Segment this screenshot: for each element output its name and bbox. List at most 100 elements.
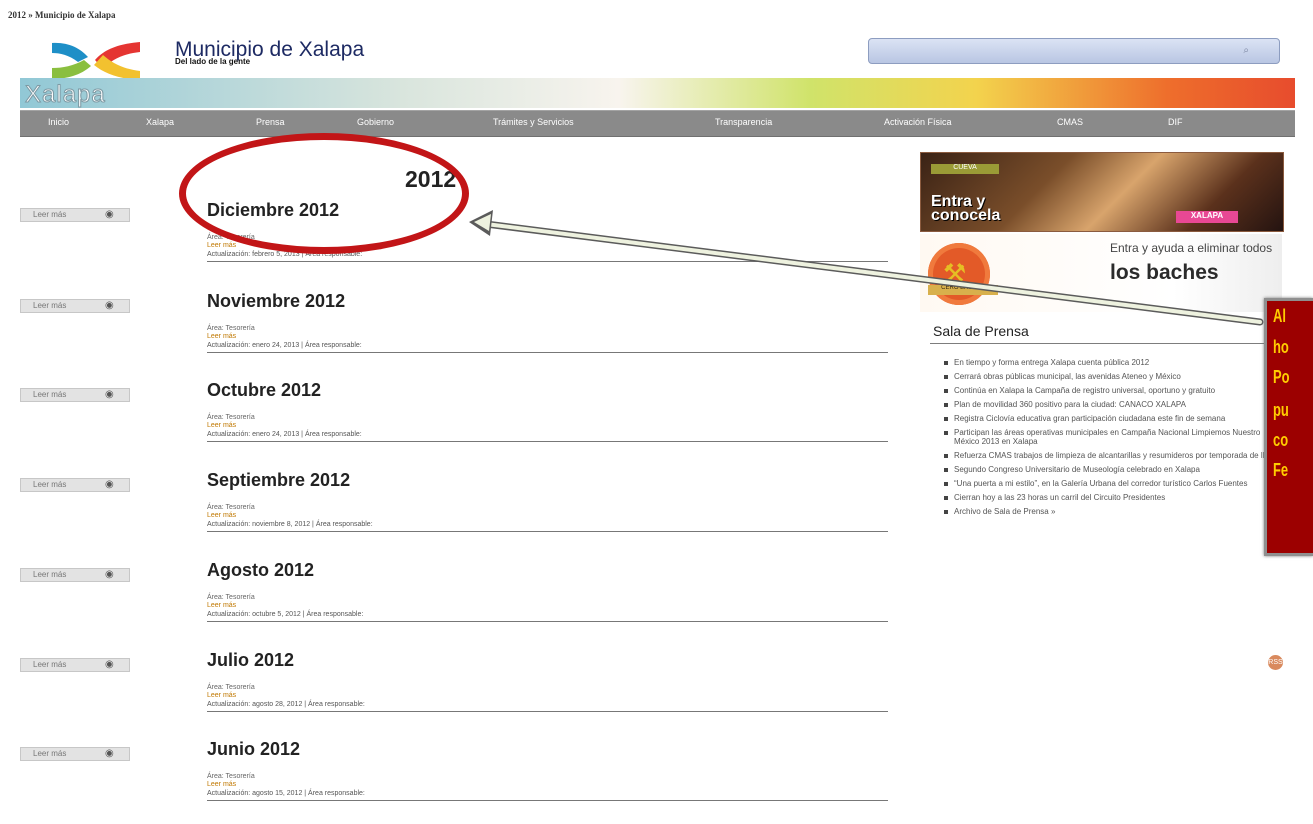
- archive-entry: Leer más ◉ Octubre 2012 Área: Tesorería L…: [20, 380, 888, 465]
- callout-line: Al: [1273, 306, 1286, 326]
- entry-title[interactable]: Agosto 2012: [207, 560, 314, 581]
- cave-ad-badge: XALAPA: [1176, 211, 1238, 223]
- cave-ad-text: Entra y conocela: [931, 193, 1001, 224]
- potholes-banner-ad[interactable]: ⚒ CERO BACHES Entra y ayuda a eliminar t…: [920, 234, 1282, 312]
- nav-item-inicio[interactable]: Inicio: [48, 117, 69, 127]
- entry-read-link[interactable]: Leer más: [207, 512, 236, 519]
- entry-divider: [207, 800, 888, 801]
- entry-update: Actualización: enero 24, 2013 | Área res…: [207, 342, 362, 349]
- read-more-button[interactable]: Leer más ◉: [20, 568, 130, 582]
- entry-title[interactable]: Julio 2012: [207, 650, 294, 671]
- eye-icon: ◉: [105, 389, 114, 400]
- press-news-item[interactable]: Continúa en Xalapa la Campaña de registr…: [944, 386, 1284, 395]
- entry-title[interactable]: Octubre 2012: [207, 380, 321, 401]
- potholes-strip: CERO BACHES: [928, 285, 998, 295]
- nav-item-prensa[interactable]: Prensa: [256, 117, 285, 127]
- press-news-item[interactable]: Segundo Congreso Universitario de Museol…: [944, 465, 1284, 474]
- read-more-button[interactable]: Leer más ◉: [20, 208, 130, 222]
- browser-title: 2012 » Municipio de Xalapa: [8, 10, 116, 20]
- entry-read-link[interactable]: Leer más: [207, 602, 236, 609]
- press-news-item[interactable]: Plan de movilidad 360 positivo para la c…: [944, 400, 1284, 409]
- entry-area: Área: Tesorería: [207, 773, 255, 780]
- archive-entry: Leer más ◉ Agosto 2012 Área: Tesorería Le…: [20, 560, 888, 645]
- read-more-button[interactable]: Leer más ◉: [20, 388, 130, 402]
- read-more-label: Leer más: [33, 749, 67, 758]
- cave-ad-label: CUEVA: [931, 164, 999, 174]
- entry-read-link[interactable]: Leer más: [207, 333, 236, 340]
- nav-item-dif[interactable]: DIF: [1168, 117, 1183, 127]
- press-news-item[interactable]: En tiempo y forma entrega Xalapa cuenta …: [944, 358, 1284, 367]
- press-room-title: Sala de Prensa: [933, 323, 1029, 339]
- banner-gradient: [20, 78, 1295, 108]
- nav-item-gobierno[interactable]: Gobierno: [357, 117, 394, 127]
- press-news-item[interactable]: Participan las áreas operativas municipa…: [944, 428, 1284, 446]
- site-header: Municipio de Xalapa Del lado de la gente…: [20, 30, 1295, 108]
- rss-icon[interactable]: RSS: [1268, 655, 1283, 670]
- press-archive-link[interactable]: Archivo de Sala de Prensa »: [944, 507, 1284, 516]
- nav-item-xalapa[interactable]: Xalapa: [146, 117, 174, 127]
- eye-icon: ◉: [105, 479, 114, 490]
- main-navigation: Inicio Xalapa Prensa Gobierno Trámites y…: [20, 110, 1295, 137]
- entry-title[interactable]: Junio 2012: [207, 739, 300, 760]
- entry-title[interactable]: Septiembre 2012: [207, 470, 350, 491]
- entry-update: Actualización: agosto 28, 2012 | Área re…: [207, 701, 365, 708]
- nav-item-transparencia[interactable]: Transparencia: [715, 117, 772, 127]
- callout-line: ho: [1273, 337, 1289, 357]
- archive-entry: Leer más ◉ Septiembre 2012 Área: Tesorerí…: [20, 470, 888, 555]
- entry-read-link[interactable]: Leer más: [207, 781, 236, 788]
- highlight-circle: [179, 133, 469, 254]
- eye-icon: ◉: [105, 569, 114, 580]
- archive-entry: Leer más ◉ Noviembre 2012 Área: Tesorería…: [20, 291, 888, 376]
- callout-line: Po: [1273, 367, 1290, 387]
- entry-read-link[interactable]: Leer más: [207, 692, 236, 699]
- search-input[interactable]: [869, 39, 1245, 61]
- entry-divider: [207, 261, 888, 262]
- entry-area: Área: Tesorería: [207, 594, 255, 601]
- entry-area: Área: Tesorería: [207, 504, 255, 511]
- search-box[interactable]: ⌕: [868, 38, 1280, 64]
- press-news-item[interactable]: Refuerza CMAS trabajos de limpieza de al…: [944, 451, 1284, 460]
- eye-icon: ◉: [105, 659, 114, 670]
- archive-entry: Leer más ◉ Junio 2012 Área: Tesorería Lee…: [20, 739, 888, 824]
- nav-item-activacion[interactable]: Activación Física: [884, 117, 952, 127]
- press-news-item[interactable]: Cerrará obras públicas municipal, las av…: [944, 372, 1284, 381]
- entry-update: Actualización: agosto 15, 2012 | Área re…: [207, 790, 365, 797]
- entry-title[interactable]: Noviembre 2012: [207, 291, 345, 312]
- eye-icon: ◉: [105, 748, 114, 759]
- press-news-item[interactable]: “Una puerta a mi estilo”, en la Galería …: [944, 479, 1284, 488]
- eye-icon: ◉: [105, 209, 114, 220]
- nav-item-tramites[interactable]: Trámites y Servicios: [493, 117, 574, 127]
- read-more-label: Leer más: [33, 301, 67, 310]
- entry-area: Área: Tesorería: [207, 325, 255, 332]
- nav-item-cmas[interactable]: CMAS: [1057, 117, 1083, 127]
- read-more-button[interactable]: Leer más ◉: [20, 658, 130, 672]
- entry-divider: [207, 441, 888, 442]
- entry-update: Actualización: octubre 5, 2012 | Área re…: [207, 611, 364, 618]
- read-more-label: Leer más: [33, 480, 67, 489]
- entry-read-link[interactable]: Leer más: [207, 422, 236, 429]
- press-room-divider: [930, 343, 1280, 344]
- read-more-label: Leer más: [33, 570, 67, 579]
- read-more-label: Leer más: [33, 390, 67, 399]
- potholes-ad-title: los baches: [1110, 261, 1219, 284]
- entry-update: Actualización: enero 24, 2013 | Área res…: [207, 431, 362, 438]
- eye-icon: ◉: [105, 300, 114, 311]
- entry-divider: [207, 531, 888, 532]
- read-more-button[interactable]: Leer más ◉: [20, 478, 130, 492]
- press-news-list: En tiempo y forma entrega Xalapa cuenta …: [944, 358, 1284, 521]
- entry-read-link[interactable]: Leer más: [207, 242, 236, 249]
- read-more-button[interactable]: Leer más ◉: [20, 747, 130, 761]
- entry-area: Área: Tesorería: [207, 684, 255, 691]
- press-news-item[interactable]: Cierran hoy a las 23 horas un carril del…: [944, 493, 1284, 502]
- entry-update: Actualización: noviembre 8, 2012 | Área …: [207, 521, 373, 528]
- entry-area: Área: Tesorería: [207, 414, 255, 421]
- read-more-label: Leer más: [33, 210, 67, 219]
- cave-banner-ad[interactable]: CUEVA Entra y conocela XALAPA: [920, 152, 1284, 232]
- decorative-banner: Xalapa: [20, 78, 1295, 108]
- entry-divider: [207, 352, 888, 353]
- callout-line: Fe: [1273, 460, 1289, 480]
- read-more-label: Leer más: [33, 660, 67, 669]
- read-more-button[interactable]: Leer más ◉: [20, 299, 130, 313]
- press-news-item[interactable]: Registra Ciclovía educativa gran partici…: [944, 414, 1284, 423]
- search-icon[interactable]: ⌕: [1243, 45, 1249, 56]
